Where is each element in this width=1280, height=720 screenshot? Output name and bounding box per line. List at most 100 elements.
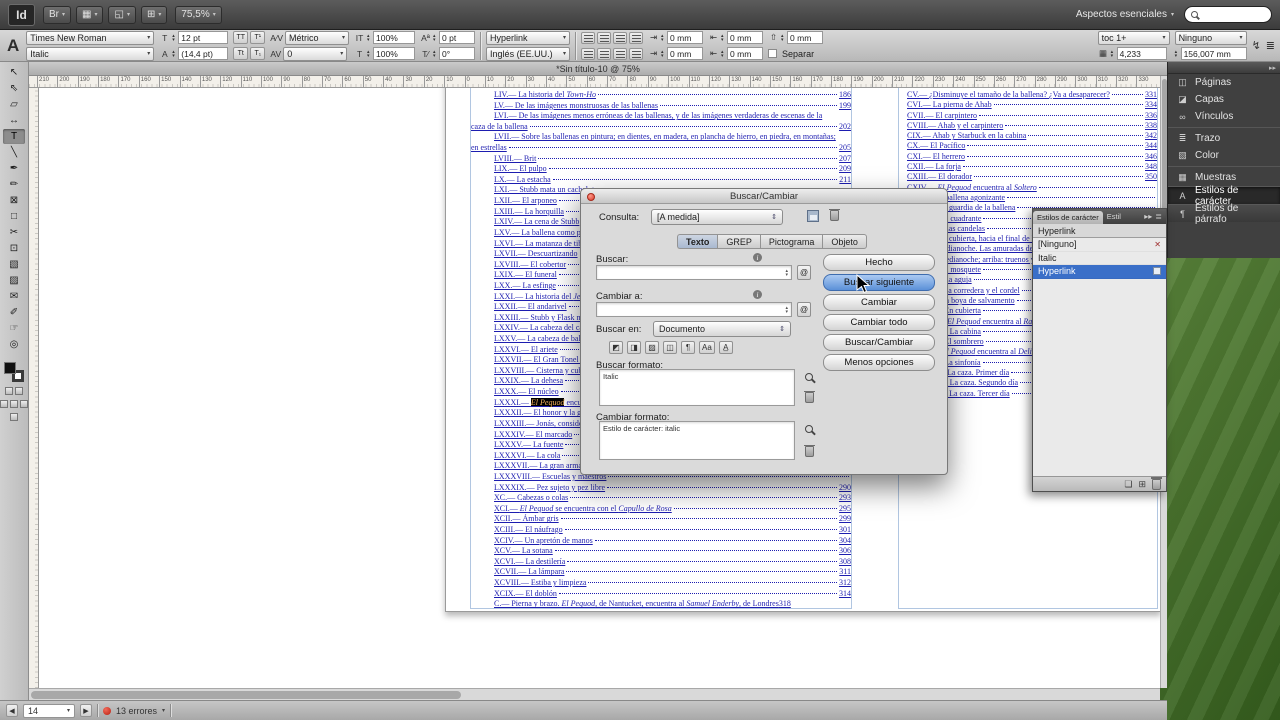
find-format-box[interactable]: Italic bbox=[599, 369, 795, 406]
tab-pictograma[interactable]: Pictograma bbox=[759, 234, 823, 249]
delete-query-icon[interactable] bbox=[829, 208, 840, 221]
apply-none-button[interactable] bbox=[20, 400, 28, 408]
horizontal-scrollbar[interactable] bbox=[29, 688, 1160, 700]
indent-right-stepper[interactable]: 0 mm bbox=[721, 31, 764, 45]
dock-header[interactable]: ▸▸ bbox=[1168, 62, 1280, 74]
recent-searches-icon[interactable] bbox=[785, 269, 788, 277]
tab-paragraph-styles-partial[interactable]: Estil bbox=[1103, 209, 1125, 224]
dock-item-estilos-de-parrafo[interactable]: ¶ Estilos de párrafo bbox=[1168, 203, 1280, 225]
bridge-icon[interactable]: Br ▾ bbox=[43, 5, 72, 24]
workspace-switcher[interactable]: Aspectos esenciales ▾ bbox=[1076, 9, 1174, 20]
style-row[interactable]: Hyperlink bbox=[1033, 265, 1166, 279]
gradient-feather-tool[interactable]: ▨ bbox=[3, 273, 25, 288]
justify-left-button[interactable] bbox=[581, 47, 596, 60]
align-right-button[interactable] bbox=[613, 31, 628, 44]
clear-find-format-icon[interactable] bbox=[804, 390, 815, 403]
font-family-select[interactable]: Times New Roman bbox=[26, 30, 155, 45]
page-number-select[interactable]: 14 bbox=[23, 703, 75, 718]
skew-stepper[interactable]: 0° bbox=[433, 47, 476, 61]
next-page-button[interactable]: ▶ bbox=[80, 704, 92, 717]
indent-first-stepper[interactable]: 0 mm bbox=[661, 47, 704, 61]
chevron-down-icon[interactable]: ▾ bbox=[162, 707, 165, 714]
stroke-type-select[interactable]: Ninguno bbox=[1174, 30, 1247, 45]
font-style-select[interactable]: Italic bbox=[26, 46, 155, 61]
small-caps-button[interactable]: Tt bbox=[233, 47, 249, 60]
new-style-icon[interactable]: ⊞ bbox=[1138, 479, 1146, 490]
frame-width-stepper[interactable]: 156,007 mm bbox=[1175, 47, 1247, 61]
close-icon[interactable] bbox=[587, 192, 595, 201]
collapse-dock-icon[interactable]: ▸▸ bbox=[1269, 64, 1276, 72]
align-left-button[interactable] bbox=[581, 31, 596, 44]
scissors-tool[interactable]: ✂ bbox=[3, 225, 25, 240]
horizontal-ruler[interactable]: 210 200 190 180 170 160 150 140 130 120 110 100 90 80… bbox=[29, 76, 1160, 88]
special-characters-change-icon[interactable]: @ bbox=[797, 302, 811, 317]
dialog-title-bar[interactable]: Buscar/Cambiar bbox=[581, 189, 947, 204]
free-transform-tool[interactable]: ⊡ bbox=[3, 241, 25, 256]
separar-checkbox[interactable]: Separar bbox=[768, 47, 823, 61]
zoom-tool[interactable]: ◎ bbox=[3, 337, 25, 352]
include-locked-layers-icon[interactable]: ◩ bbox=[609, 341, 623, 354]
all-caps-button[interactable]: TT bbox=[233, 31, 249, 44]
screen-mode-icon[interactable]: ◱ ▾ bbox=[108, 5, 136, 24]
screen-mode-button[interactable] bbox=[10, 413, 18, 421]
fill-stroke-swatches[interactable] bbox=[4, 362, 24, 382]
special-characters-find-icon[interactable]: @ bbox=[797, 265, 811, 280]
align-center-button[interactable] bbox=[597, 31, 612, 44]
dock-item-paginas[interactable]: ◫ Páginas bbox=[1168, 74, 1280, 91]
dock-item-estilos-de-caracter[interactable]: A Estilos de carácter bbox=[1168, 185, 1280, 207]
vertical-scale-stepper[interactable]: 100% bbox=[367, 31, 416, 45]
app-search-field[interactable] bbox=[1184, 6, 1272, 23]
current-style-field[interactable]: Hyperlink bbox=[1033, 224, 1166, 238]
search-in-select[interactable]: Documento bbox=[653, 321, 791, 337]
tracking-select[interactable]: 0 bbox=[283, 46, 348, 61]
tab-character-styles[interactable]: Estilos de carácter bbox=[1033, 211, 1103, 224]
style-row[interactable]: Italic bbox=[1033, 252, 1166, 265]
kerning-select[interactable]: Métrico bbox=[285, 30, 350, 45]
leading-stepper[interactable]: (14,4 pt) bbox=[172, 47, 229, 61]
clear-change-format-icon[interactable] bbox=[804, 444, 815, 457]
dock-item-muestras[interactable]: ▦ Muestras bbox=[1168, 169, 1280, 186]
delete-style-icon[interactable] bbox=[1151, 477, 1162, 490]
justify-all-button[interactable] bbox=[629, 47, 644, 60]
tab-grep[interactable]: GREP bbox=[717, 234, 760, 249]
font-size-stepper[interactable]: 12 pt bbox=[172, 31, 229, 45]
recent-changes-icon[interactable] bbox=[785, 306, 788, 314]
apply-gradient-button[interactable] bbox=[10, 400, 18, 408]
query-select[interactable]: [A medida] bbox=[651, 209, 783, 225]
line-tool[interactable]: ╲ bbox=[3, 145, 25, 160]
arrange-documents-icon[interactable]: ⊞ ▾ bbox=[140, 5, 168, 24]
include-hidden-layers-icon[interactable]: ▨ bbox=[645, 341, 659, 354]
pen-tool[interactable]: ✒ bbox=[3, 161, 25, 176]
save-query-icon[interactable] bbox=[807, 210, 819, 222]
formatting-affects-text-icon[interactable] bbox=[15, 387, 23, 395]
space-before-stepper[interactable]: 0 mm bbox=[781, 31, 824, 45]
find-change-button[interactable]: Buscar/Cambiar bbox=[823, 334, 935, 351]
style-row[interactable]: [Ninguno] ✕ bbox=[1033, 238, 1166, 252]
preflight-errors-label[interactable]: 13 errores bbox=[116, 706, 157, 716]
indent-left-stepper[interactable]: 0 mm bbox=[661, 31, 704, 45]
rectangle-frame-tool[interactable]: ⊠ bbox=[3, 193, 25, 208]
specify-change-format-icon[interactable] bbox=[805, 425, 813, 433]
find-next-button[interactable]: Buscar siguiente bbox=[823, 274, 935, 291]
character-style-select[interactable]: Hyperlink bbox=[486, 30, 571, 45]
justify-button[interactable] bbox=[629, 31, 644, 44]
dock-item-trazo[interactable]: ≣ Trazo bbox=[1168, 130, 1280, 147]
whole-word-icon[interactable]: A̲ bbox=[718, 341, 733, 354]
change-format-box[interactable]: Estilo de carácter: italic bbox=[599, 421, 795, 460]
pencil-tool[interactable]: ✏ bbox=[3, 177, 25, 192]
include-master-pages-icon[interactable]: ◫ bbox=[663, 341, 677, 354]
hand-tool[interactable]: ☞ bbox=[3, 321, 25, 336]
formatting-affects-container-icon[interactable] bbox=[5, 387, 13, 395]
type-tool[interactable]: T bbox=[3, 129, 25, 144]
remove-style-icon[interactable]: ✕ bbox=[1154, 240, 1161, 249]
language-select[interactable]: Inglés (EE.UU.) bbox=[486, 46, 571, 61]
dock-item-color[interactable]: ▧ Color bbox=[1168, 147, 1280, 164]
fewer-options-button[interactable]: Menos opciones bbox=[823, 354, 935, 371]
justify-right-button[interactable] bbox=[613, 47, 628, 60]
note-tool[interactable]: ✉ bbox=[3, 289, 25, 304]
change-button[interactable]: Cambiar bbox=[823, 294, 935, 311]
horizontal-scale-stepper[interactable]: 100% bbox=[367, 47, 416, 61]
vertical-ruler[interactable] bbox=[29, 88, 39, 688]
dock-item-capas[interactable]: ◪ Capas bbox=[1168, 91, 1280, 108]
scrollbar-thumb[interactable] bbox=[31, 691, 461, 699]
